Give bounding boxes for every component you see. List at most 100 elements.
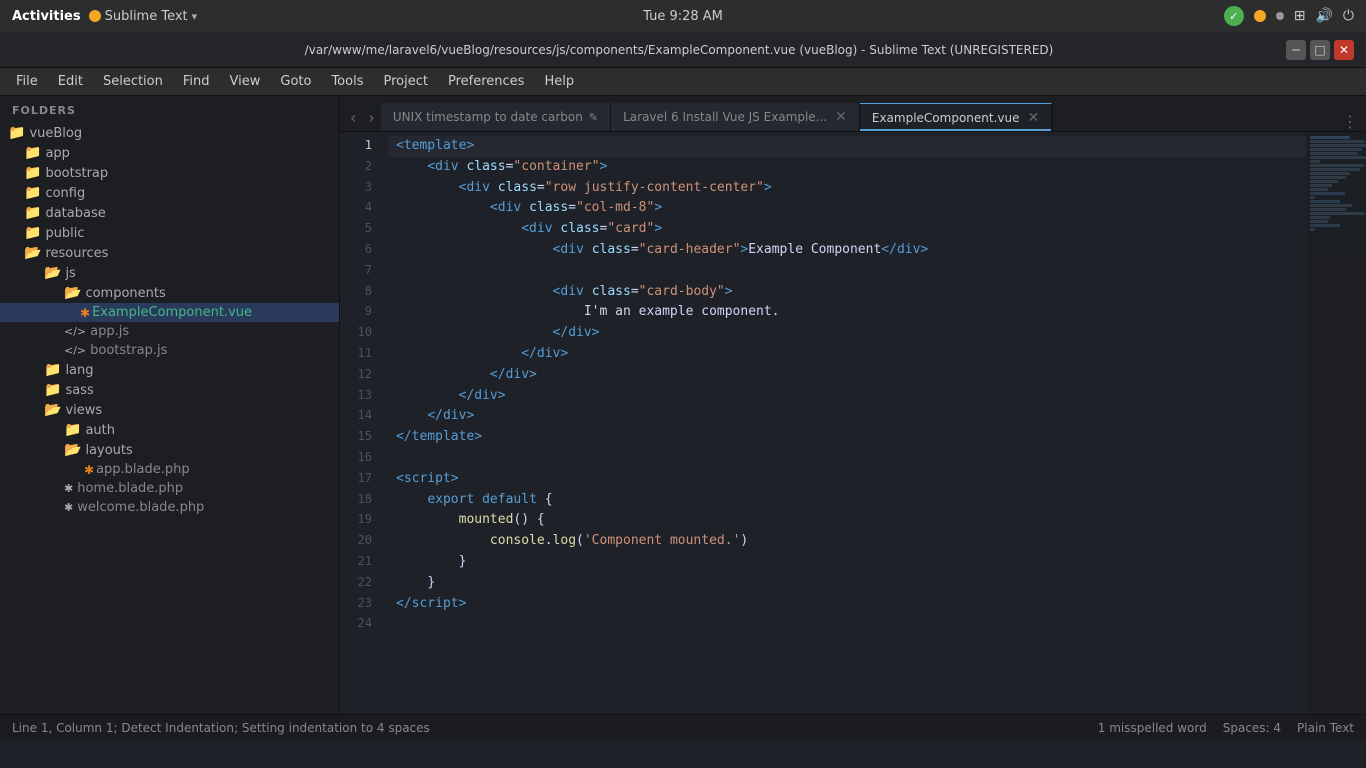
folder-label: lang — [65, 363, 93, 378]
code-content: <template> <div class="container"> <div … — [388, 132, 1306, 714]
tab-example-component[interactable]: ExampleComponent.vue ✕ — [860, 103, 1052, 131]
status-dot-gray — [1276, 12, 1284, 20]
file-label: app.js — [90, 324, 129, 339]
sidebar-item-vueblog[interactable]: 📁 vueBlog — [0, 123, 339, 143]
code-line-18: export default { — [388, 490, 1306, 511]
main-layout: FOLDERS 📁 vueBlog 📁 app 📁 bootstrap 📁 co… — [0, 96, 1366, 714]
folder-label: sass — [65, 383, 93, 398]
blade-file-icon: ✱ — [64, 501, 73, 514]
close-button[interactable]: ✕ — [1334, 40, 1354, 60]
title-bar: /var/www/me/laravel6/vueBlog/resources/j… — [0, 32, 1366, 68]
modified-icon: ✱ — [84, 463, 94, 477]
code-line-20: console.log('Component mounted.') — [388, 531, 1306, 552]
code-line-12: </div> — [388, 365, 1306, 386]
folder-open-icon: 📂 — [44, 402, 61, 418]
sidebar-item-app-js[interactable]: </> app.js — [0, 322, 339, 341]
menu-item-project[interactable]: Project — [375, 72, 435, 91]
sidebar-item-lang[interactable]: 📁 lang — [0, 360, 339, 380]
sidebar-item-js[interactable]: 📂 js — [0, 263, 339, 283]
edit-icon: ✎ — [589, 111, 598, 124]
menu-item-file[interactable]: File — [8, 72, 46, 91]
code-line-9: I'm an example component. — [388, 302, 1306, 323]
code-line-4: <div class="col-md-8"> — [388, 198, 1306, 219]
app-name-label: Sublime Text — [105, 9, 188, 24]
maximize-button[interactable]: □ — [1310, 40, 1330, 60]
tabs-bar: ‹ › UNIX timestamp to date carbon ✎ Lara… — [340, 96, 1366, 132]
line-numbers: 1 2 3 4 5 6 7 8 9 10 11 12 13 14 15 16 1 — [340, 132, 388, 714]
sidebar-item-app-blade[interactable]: ✱ app.blade.php — [0, 460, 339, 479]
menu-item-edit[interactable]: Edit — [50, 72, 91, 91]
menu-item-preferences[interactable]: Preferences — [440, 72, 532, 91]
tab-unix-timestamp[interactable]: UNIX timestamp to date carbon ✎ — [381, 103, 611, 131]
folder-label: database — [45, 206, 105, 221]
folder-label: js — [65, 266, 75, 281]
sidebar-item-layouts[interactable]: 📂 layouts — [0, 440, 339, 460]
sidebar-item-views[interactable]: 📂 views — [0, 400, 339, 420]
folder-label: layouts — [85, 443, 132, 458]
tab-laravel-vue[interactable]: Laravel 6 Install Vue JS Example... ✕ — [611, 103, 860, 131]
status-line-col: Line 1, Column 1; Detect Indentation; Se… — [12, 721, 430, 735]
window-title: /var/www/me/laravel6/vueBlog/resources/j… — [72, 43, 1286, 57]
tab-nav-next[interactable]: › — [362, 103, 380, 131]
folder-open-icon: 📂 — [44, 265, 61, 281]
folder-icon: 📁 — [44, 382, 61, 398]
code-line-14: </div> — [388, 406, 1306, 427]
tabs-menu-button[interactable]: ⋮ — [1342, 112, 1358, 131]
minimize-button[interactable]: ─ — [1286, 40, 1306, 60]
code-editor[interactable]: 1 2 3 4 5 6 7 8 9 10 11 12 13 14 15 16 1 — [340, 132, 1306, 714]
menu-item-tools[interactable]: Tools — [323, 72, 371, 91]
status-spaces[interactable]: Spaces: 4 — [1223, 721, 1281, 735]
sidebar-item-bootstrap-js[interactable]: </> bootstrap.js — [0, 341, 339, 360]
sidebar-item-database[interactable]: 📁 database — [0, 203, 339, 223]
app-name[interactable]: Sublime Text ▾ — [89, 9, 198, 24]
folder-label: bootstrap — [45, 166, 108, 181]
sidebar-item-auth[interactable]: 📁 auth — [0, 420, 339, 440]
sidebar-item-public[interactable]: 📁 public — [0, 223, 339, 243]
code-line-8: <div class="card-body"> — [388, 282, 1306, 303]
tab-close-button[interactable]: ✕ — [835, 109, 847, 125]
editor-area: ‹ › UNIX timestamp to date carbon ✎ Lara… — [340, 96, 1366, 714]
sidebar-item-app[interactable]: 📁 app — [0, 143, 339, 163]
sidebar-item-example-component[interactable]: ✱ ExampleComponent.vue — [0, 303, 339, 322]
minimap — [1306, 132, 1366, 714]
tab-close-button[interactable]: ✕ — [1028, 110, 1040, 126]
folder-open-icon: 📂 — [24, 245, 41, 261]
sidebar-item-welcome-blade[interactable]: ✱ welcome.blade.php — [0, 498, 339, 517]
sidebar-item-components[interactable]: 📂 components — [0, 283, 339, 303]
menu-item-find[interactable]: Find — [175, 72, 218, 91]
file-label: app.blade.php — [96, 462, 190, 477]
code-line-7 — [388, 261, 1306, 282]
sidebar-item-home-blade[interactable]: ✱ home.blade.php — [0, 479, 339, 498]
system-bar: Activities Sublime Text ▾ Tue 9:28 AM ✓ … — [0, 0, 1366, 32]
menu-item-help[interactable]: Help — [536, 72, 582, 91]
menu-item-goto[interactable]: Goto — [272, 72, 319, 91]
sidebar-item-config[interactable]: 📁 config — [0, 183, 339, 203]
activities-button[interactable]: Activities — [12, 9, 81, 24]
window-controls: ─ □ ✕ — [1286, 40, 1354, 60]
folder-label: config — [45, 186, 85, 201]
sidebar-item-resources[interactable]: 📂 resources — [0, 243, 339, 263]
tab-label: ExampleComponent.vue — [872, 111, 1020, 125]
sidebar-item-bootstrap[interactable]: 📁 bootstrap — [0, 163, 339, 183]
tab-nav-prev[interactable]: ‹ — [344, 103, 362, 131]
code-line-11: </div> — [388, 344, 1306, 365]
folder-open-icon: 📁 — [8, 125, 25, 141]
code-line-5: <div class="card"> — [388, 219, 1306, 240]
file-label: ExampleComponent.vue — [92, 305, 252, 320]
menu-item-view[interactable]: View — [222, 72, 269, 91]
folder-open-icon: 📂 — [64, 285, 81, 301]
sidebar: FOLDERS 📁 vueBlog 📁 app 📁 bootstrap 📁 co… — [0, 96, 340, 714]
folder-icon: 📁 — [64, 422, 81, 438]
menu-item-selection[interactable]: Selection — [95, 72, 171, 91]
code-line-3: <div class="row justify-content-center"> — [388, 178, 1306, 199]
notification-icon: ✓ — [1224, 6, 1244, 26]
code-line-1: <template> — [388, 136, 1306, 157]
js-file-icon: </> — [64, 344, 86, 357]
status-syntax[interactable]: Plain Text — [1297, 721, 1354, 735]
menu-bar: FileEditSelectionFindViewGotoToolsProjec… — [0, 68, 1366, 96]
file-label: welcome.blade.php — [77, 500, 204, 515]
sidebar-item-sass[interactable]: 📁 sass — [0, 380, 339, 400]
folder-label: components — [85, 286, 165, 301]
status-misspelled[interactable]: 1 misspelled word — [1098, 721, 1207, 735]
folder-label: public — [45, 226, 84, 241]
